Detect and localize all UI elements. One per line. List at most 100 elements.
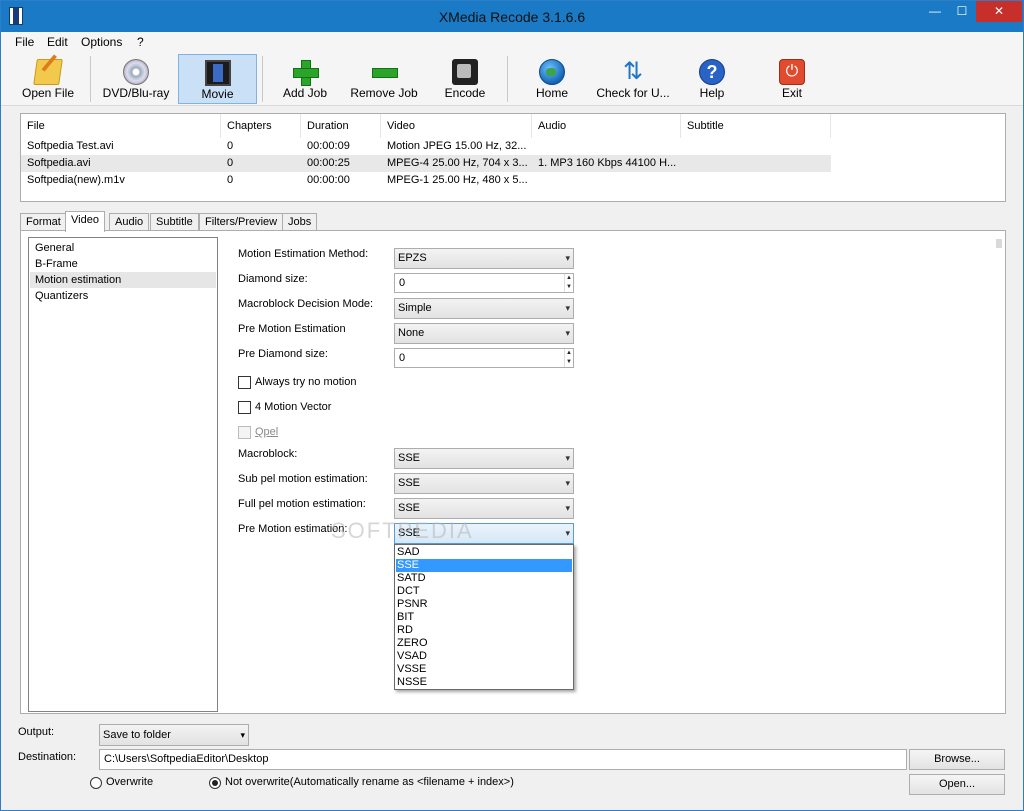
sub-pel-label: Sub pel motion estimation: bbox=[238, 473, 368, 485]
cell-duration: 00:00:09 bbox=[307, 140, 350, 152]
exit-button[interactable]: ⏻ Exit bbox=[763, 54, 821, 104]
file-list-table[interactable]: File Chapters Duration Video Audio Subti… bbox=[20, 113, 1006, 202]
open-file-button[interactable]: Open File bbox=[15, 54, 81, 104]
chevron-down-icon: ▾ bbox=[240, 730, 245, 740]
home-button[interactable]: Home bbox=[522, 54, 582, 104]
always-try-no-motion-label: Always try no motion bbox=[255, 376, 357, 388]
title-bar[interactable]: XMedia Recode 3.1.6.6 — ☐ ✕ bbox=[1, 1, 1023, 32]
tab-subtitle[interactable]: Subtitle bbox=[150, 213, 199, 231]
macroblock-decision-mode-select[interactable]: Simple ▾ bbox=[394, 298, 574, 319]
cell-video: Motion JPEG 15.00 Hz, 32... bbox=[387, 140, 527, 152]
add-job-button[interactable]: Add Job bbox=[273, 54, 337, 104]
pre-diamond-size-stepper[interactable]: 0 ▲ ▼ bbox=[394, 348, 574, 368]
menu-file[interactable]: File bbox=[15, 35, 34, 49]
macroblock-select[interactable]: SSE ▾ bbox=[394, 448, 574, 469]
tab-filters-preview[interactable]: Filters/Preview bbox=[199, 213, 284, 231]
destination-path-input[interactable]: C:\Users\SoftpediaEditor\Desktop bbox=[99, 749, 907, 770]
column-header-video[interactable]: Video bbox=[381, 114, 532, 138]
menu-options[interactable]: Options bbox=[81, 35, 122, 49]
spin-arrows-icon[interactable]: ▲ ▼ bbox=[564, 349, 573, 367]
diamond-size-stepper[interactable]: 0 ▲ ▼ bbox=[394, 273, 574, 293]
help-icon: ? bbox=[699, 59, 725, 85]
checkbox-box[interactable] bbox=[238, 376, 251, 389]
dropdown-option[interactable]: RD bbox=[396, 624, 572, 637]
menu-help[interactable]: ? bbox=[137, 35, 144, 49]
dropdown-option[interactable]: VSSE bbox=[396, 663, 572, 676]
four-motion-vector-label: 4 Motion Vector bbox=[255, 401, 332, 413]
table-row[interactable]: Softpedia(new).m1v 0 00:00:00 MPEG-1 25.… bbox=[21, 172, 831, 189]
toolbar-separator bbox=[262, 56, 263, 102]
tab-video[interactable]: Video bbox=[65, 211, 105, 232]
panel-scrollbar[interactable] bbox=[994, 235, 1004, 709]
qpel-label: Qpel bbox=[255, 426, 279, 438]
pre-diamond-size-value: 0 bbox=[399, 352, 406, 364]
nav-item-b-frame[interactable]: B-Frame bbox=[30, 256, 216, 272]
dropdown-option[interactable]: BIT bbox=[396, 611, 572, 624]
maximize-button[interactable]: ☐ bbox=[949, 1, 975, 22]
macroblock-decision-mode-value: Simple bbox=[398, 302, 432, 314]
column-header-file[interactable]: File bbox=[21, 114, 221, 138]
pre-motion-estimation-dropdown-list[interactable]: SAD SSE SATD DCT PSNR BIT RD ZERO VSAD V… bbox=[394, 544, 574, 690]
dropdown-option-selected[interactable]: SSE bbox=[396, 559, 572, 572]
remove-job-button[interactable]: Remove Job bbox=[345, 54, 423, 104]
cell-video: MPEG-4 25.00 Hz, 704 x 3... bbox=[387, 157, 528, 169]
chevron-down-icon: ▾ bbox=[565, 528, 570, 538]
radio-dot[interactable] bbox=[90, 777, 102, 789]
full-pel-select[interactable]: SSE ▾ bbox=[394, 498, 574, 519]
nav-item-quantizers[interactable]: Quantizers bbox=[30, 288, 216, 304]
pre-motion-estimation-select[interactable]: None ▾ bbox=[394, 323, 574, 344]
menu-edit[interactable]: Edit bbox=[47, 35, 68, 49]
film-icon bbox=[204, 60, 231, 86]
cell-subtitle bbox=[681, 155, 831, 172]
disc-icon bbox=[123, 59, 149, 85]
nav-item-general[interactable]: General bbox=[30, 240, 216, 256]
tab-audio[interactable]: Audio bbox=[109, 213, 150, 231]
full-pel-label: Full pel motion estimation: bbox=[238, 498, 366, 510]
open-button[interactable]: Open... bbox=[909, 774, 1005, 795]
output-label: Output: bbox=[18, 726, 55, 738]
destination-label: Destination: bbox=[18, 751, 77, 763]
cell-file: Softpedia(new).m1v bbox=[27, 174, 125, 186]
radio-dot-selected[interactable] bbox=[209, 777, 221, 789]
home-label: Home bbox=[535, 86, 568, 100]
movie-label: Movie bbox=[201, 87, 234, 101]
dropdown-option[interactable]: DCT bbox=[396, 585, 572, 598]
nav-item-motion-estimation[interactable]: Motion estimation bbox=[30, 272, 216, 288]
cell-duration: 00:00:25 bbox=[307, 157, 350, 169]
pre-motion-estimation-label: Pre Motion Estimation bbox=[238, 323, 346, 335]
sub-pel-select[interactable]: SSE ▾ bbox=[394, 473, 574, 494]
dropdown-option[interactable]: SAD bbox=[396, 546, 572, 559]
table-row[interactable]: Softpedia.avi 0 00:00:25 MPEG-4 25.00 Hz… bbox=[21, 155, 831, 172]
macroblock-label: Macroblock: bbox=[238, 448, 298, 460]
motion-estimation-method-select[interactable]: EPZS ▾ bbox=[394, 248, 574, 269]
column-header-audio[interactable]: Audio bbox=[532, 114, 681, 138]
browse-button[interactable]: Browse... bbox=[909, 749, 1005, 770]
movie-button[interactable]: Movie bbox=[178, 54, 257, 104]
dropdown-option[interactable]: PSNR bbox=[396, 598, 572, 611]
output-select[interactable]: Save to folder ▾ bbox=[99, 724, 249, 746]
scrollbar-thumb[interactable] bbox=[996, 239, 1002, 248]
column-header-duration[interactable]: Duration bbox=[301, 114, 381, 138]
spin-arrows-icon[interactable]: ▲ ▼ bbox=[564, 274, 573, 292]
checkbox-box[interactable] bbox=[238, 401, 251, 414]
column-header-chapters[interactable]: Chapters bbox=[221, 114, 301, 138]
dropdown-option[interactable]: VSAD bbox=[396, 650, 572, 663]
minus-icon bbox=[371, 59, 398, 85]
help-button[interactable]: ? Help bbox=[683, 54, 741, 104]
dropdown-option[interactable]: SATD bbox=[396, 572, 572, 585]
check-updates-button[interactable]: ⇅ Check for U... bbox=[591, 54, 675, 104]
tab-jobs[interactable]: Jobs bbox=[282, 213, 318, 231]
tab-format[interactable]: Format bbox=[20, 213, 67, 231]
close-button[interactable]: ✕ bbox=[976, 1, 1022, 22]
minimize-button[interactable]: — bbox=[922, 1, 948, 22]
table-row[interactable]: Softpedia Test.avi 0 00:00:09 Motion JPE… bbox=[21, 138, 831, 155]
column-header-subtitle[interactable]: Subtitle bbox=[681, 114, 831, 138]
encode-button[interactable]: Encode bbox=[433, 54, 497, 104]
dropdown-option[interactable]: NSSE bbox=[396, 676, 572, 689]
chevron-down-icon: ▾ bbox=[565, 503, 570, 513]
dropdown-option[interactable]: ZERO bbox=[396, 637, 572, 650]
cell-file: Softpedia Test.avi bbox=[27, 140, 114, 152]
refresh-icon: ⇅ bbox=[622, 58, 644, 85]
dvd-bluray-button[interactable]: DVD/Blu-ray bbox=[96, 54, 176, 104]
chevron-down-icon: ▾ bbox=[565, 478, 570, 488]
